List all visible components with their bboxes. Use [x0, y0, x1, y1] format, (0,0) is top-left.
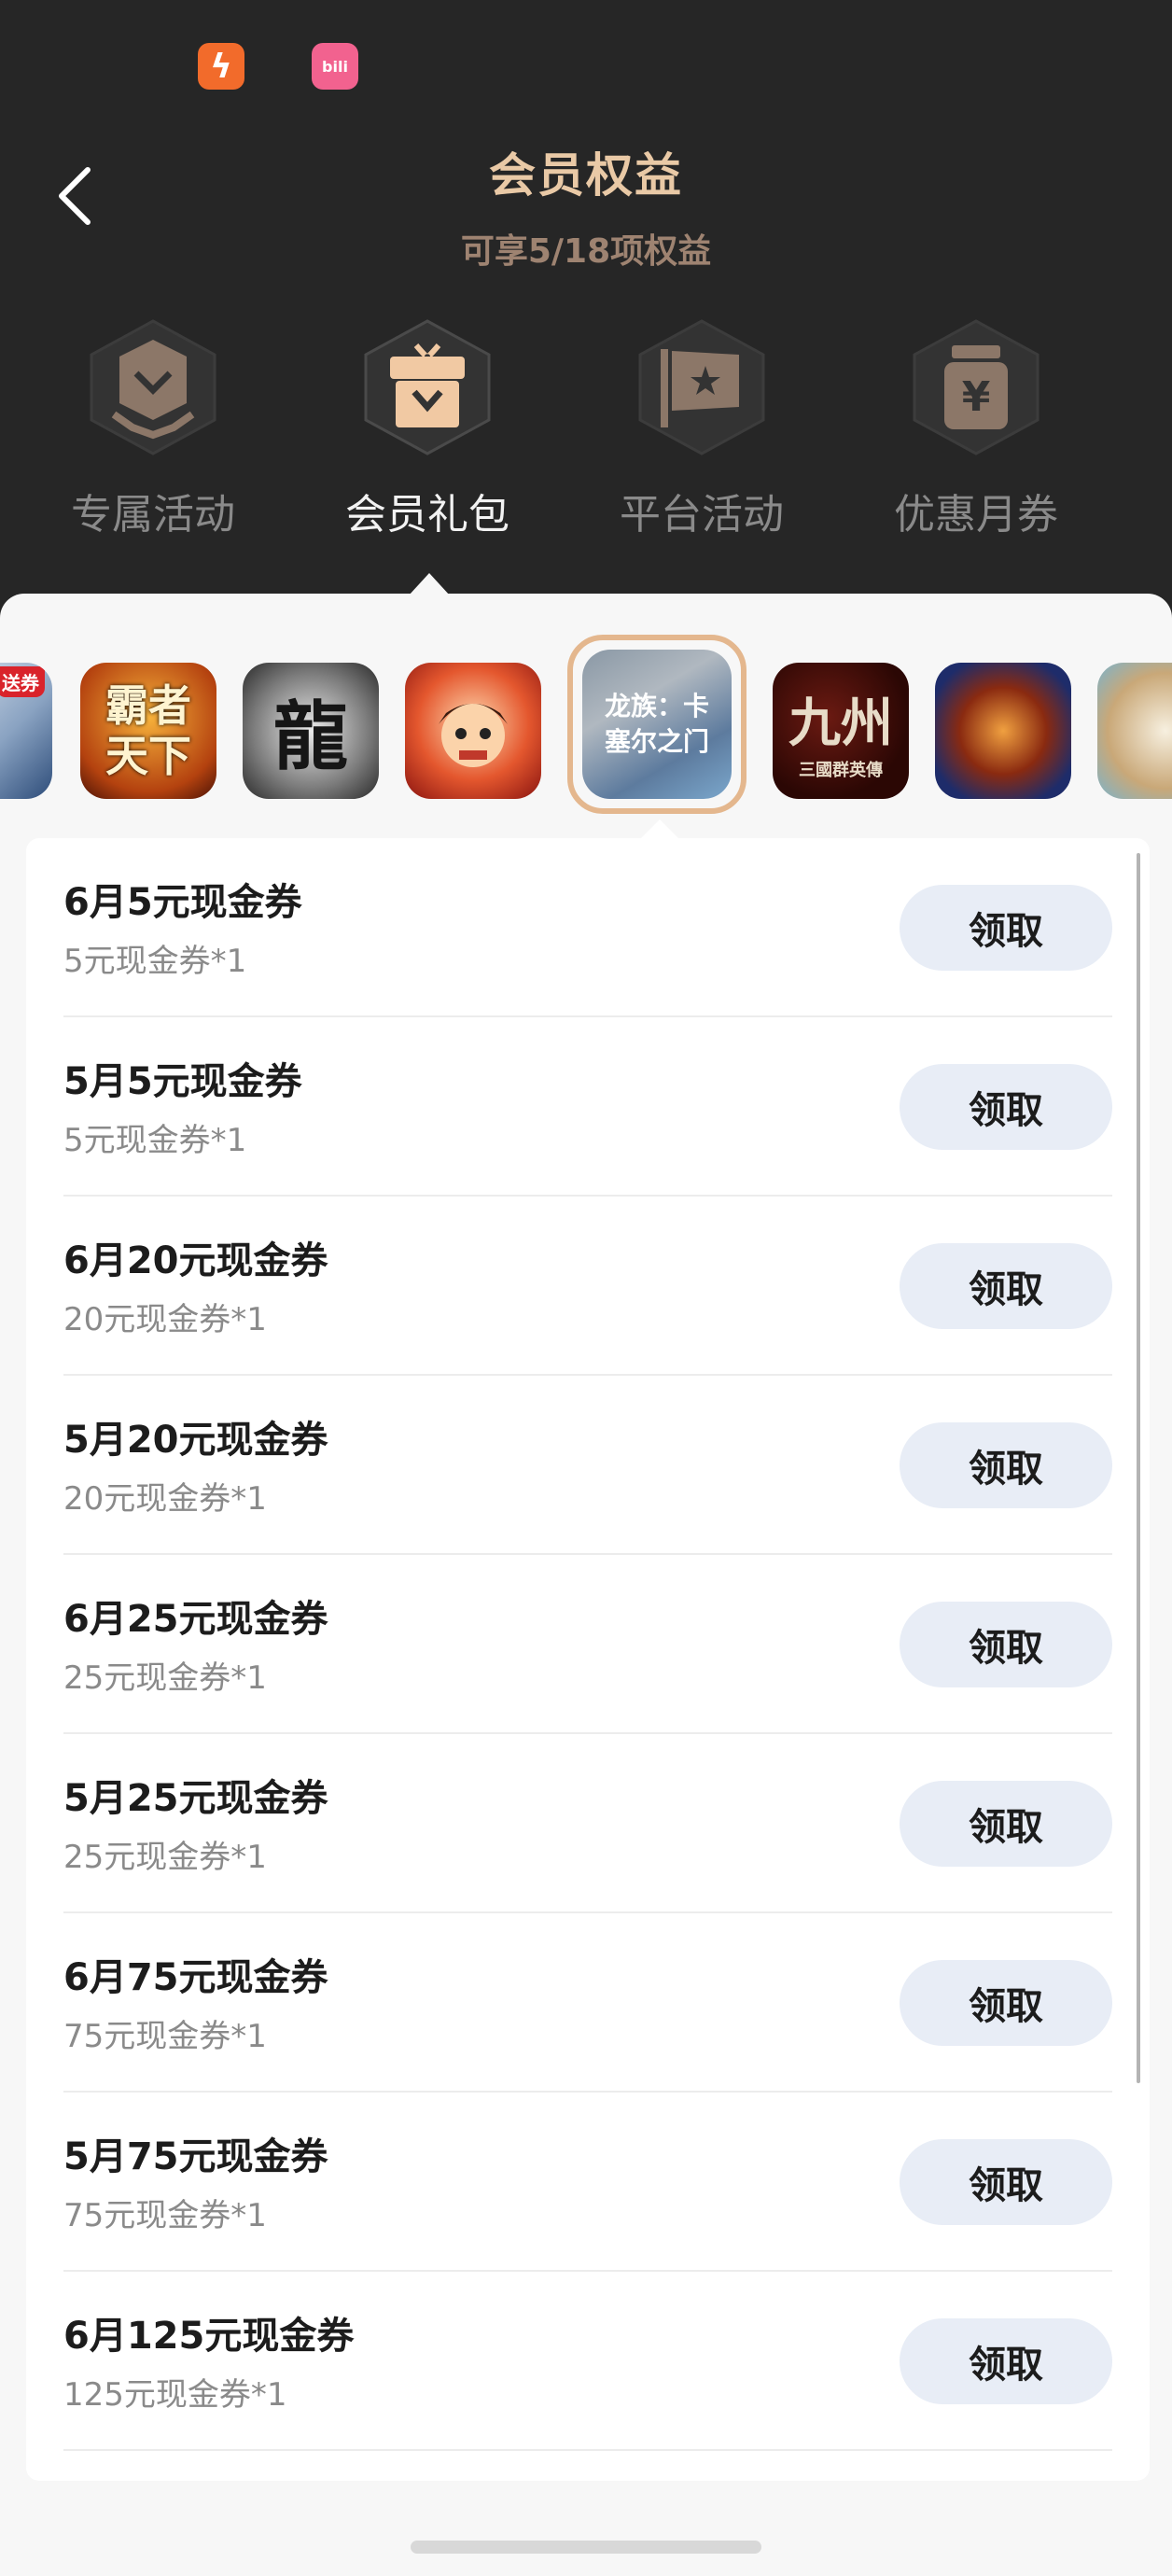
gift-name: 5月75元现金券 [63, 2135, 328, 2178]
game-icon-1[interactable]: 送券 [0, 663, 52, 799]
list-item: 5月75元现金券 75元现金券*1 领取 [26, 2093, 1150, 2272]
home-indicator[interactable] [411, 2541, 761, 2554]
coupon-yen-icon: ¥ [913, 319, 1039, 455]
gift-desc: 5元现金券*1 [63, 943, 247, 980]
game-name-line-2: 塞尔之门 [604, 726, 709, 757]
claim-button[interactable]: 领取 [900, 1422, 1112, 1508]
gift-desc: 75元现金券*1 [63, 2197, 267, 2234]
flag-icon [638, 319, 765, 455]
badge-icon [90, 319, 216, 455]
list-item: 6月5元现金券 5元现金券*1 领取 [26, 838, 1150, 1017]
tab-monthly-coupon[interactable]: ¥ 优惠月券 [838, 308, 1114, 551]
tab-platform-events[interactable]: 平台活动 [564, 308, 840, 551]
game-icon-longzu-selected[interactable]: 龙族：卡 塞尔之门 [567, 635, 746, 814]
gift-name: 6月75元现金券 [63, 1956, 328, 1999]
claim-button[interactable]: 领取 [900, 1960, 1112, 2046]
game-title: 龍 [273, 693, 348, 780]
selected-game-pointer [641, 819, 678, 838]
list-item: 6月125元现金券 125元现金券*1 领取 [26, 2272, 1150, 2451]
game-title: 霸者天下 [105, 680, 191, 781]
character-face-icon [439, 704, 508, 767]
tab-label: 平台活动 [620, 491, 784, 539]
svg-text:¥: ¥ [962, 373, 991, 421]
game-icon-badao[interactable]: 霸者天下 [80, 663, 216, 799]
tab-label: 会员礼包 [345, 491, 509, 539]
list-item: 6月25元现金券 25元现金券*1 领取 [26, 1555, 1150, 1734]
bilibili-icon: bili [312, 43, 358, 90]
page-header: 会员权益 可享5/18项权益 [0, 138, 1172, 273]
gift-desc: 25元现金券*1 [63, 1659, 267, 1697]
gift-desc: 5元现金券*1 [63, 1122, 247, 1159]
benefits-count: 可享5/18项权益 [460, 232, 712, 271]
gift-name: 5月20元现金券 [63, 1419, 328, 1462]
game-title: 龙族：卡 塞尔之门 [582, 650, 732, 799]
list-item: 5月20元现金券 20元现金券*1 领取 [26, 1376, 1150, 1555]
page-title: 会员权益 [489, 148, 683, 203]
game-icon-cartoon[interactable] [405, 663, 541, 799]
gift-desc: 125元现金券*1 [63, 2376, 287, 2414]
gift-icon [364, 319, 491, 455]
category-tabs: 专属活动 会员礼包 平台活动 ¥ 优惠月券 [0, 308, 1172, 551]
game-icon-monster[interactable] [935, 663, 1071, 799]
list-item: 5月5元现金券 5元现金券*1 领取 [26, 1017, 1150, 1197]
tab-label: 优惠月券 [894, 491, 1058, 539]
list-item: 5月25元现金券 25元现金券*1 领取 [26, 1734, 1150, 1913]
claim-button[interactable]: 领取 [900, 1602, 1112, 1687]
game-icon-ship[interactable] [1097, 663, 1172, 799]
gift-desc: 20元现金券*1 [63, 1301, 267, 1338]
gift-name: 6月125元现金券 [63, 2315, 355, 2358]
claim-button[interactable]: 领取 [900, 1064, 1112, 1150]
claim-button[interactable]: 领取 [900, 1243, 1112, 1329]
coupon-badge: 送券 [0, 666, 45, 697]
gift-desc: 25元现金券*1 [63, 1839, 267, 1876]
claim-button[interactable]: 领取 [900, 2139, 1112, 2225]
tab-member-gift[interactable]: 会员礼包 [289, 308, 565, 551]
tab-exclusive-events[interactable]: 专属活动 [15, 308, 291, 551]
game-icon-dragon[interactable]: 龍 [243, 663, 379, 799]
scrollbar[interactable] [1137, 853, 1140, 2083]
game-selector: 送券 霸者天下 龍 龙族：卡 塞尔之门 九州 三國群英傳 [0, 616, 1172, 821]
gift-desc: 75元现金券*1 [63, 2018, 267, 2055]
tab-label: 专属活动 [71, 491, 235, 539]
gift-list: 6月5元现金券 5元现金券*1 领取 5月5元现金券 5元现金券*1 领取 6月… [26, 838, 1150, 2481]
claim-button[interactable]: 领取 [900, 2318, 1112, 2404]
active-tab-pointer [409, 573, 450, 595]
game-name-line-1: 龙族：卡 [604, 691, 709, 721]
game-title: 九州 [788, 693, 893, 754]
claim-button[interactable]: 领取 [900, 1781, 1112, 1867]
gift-name: 5月5元现金券 [63, 1060, 302, 1103]
claim-button[interactable]: 领取 [900, 885, 1112, 971]
gift-name: 5月25元现金券 [63, 1777, 328, 1820]
list-item: 6月75元现金券 75元现金券*1 领取 [26, 1913, 1150, 2093]
divider [63, 2449, 1112, 2451]
gift-name: 6月25元现金券 [63, 1598, 328, 1641]
app-notification-icon: ϟ [198, 43, 244, 90]
game-subtitle: 三國群英傳 [799, 760, 883, 780]
gift-name: 6月5元现金券 [63, 881, 302, 924]
game-icon-jiuzhou[interactable]: 九州 三國群英傳 [773, 663, 909, 799]
gift-name: 6月20元现金券 [63, 1239, 328, 1282]
list-item: 6月20元现金券 20元现金券*1 领取 [26, 1197, 1150, 1376]
gift-desc: 20元现金券*1 [63, 1480, 267, 1518]
